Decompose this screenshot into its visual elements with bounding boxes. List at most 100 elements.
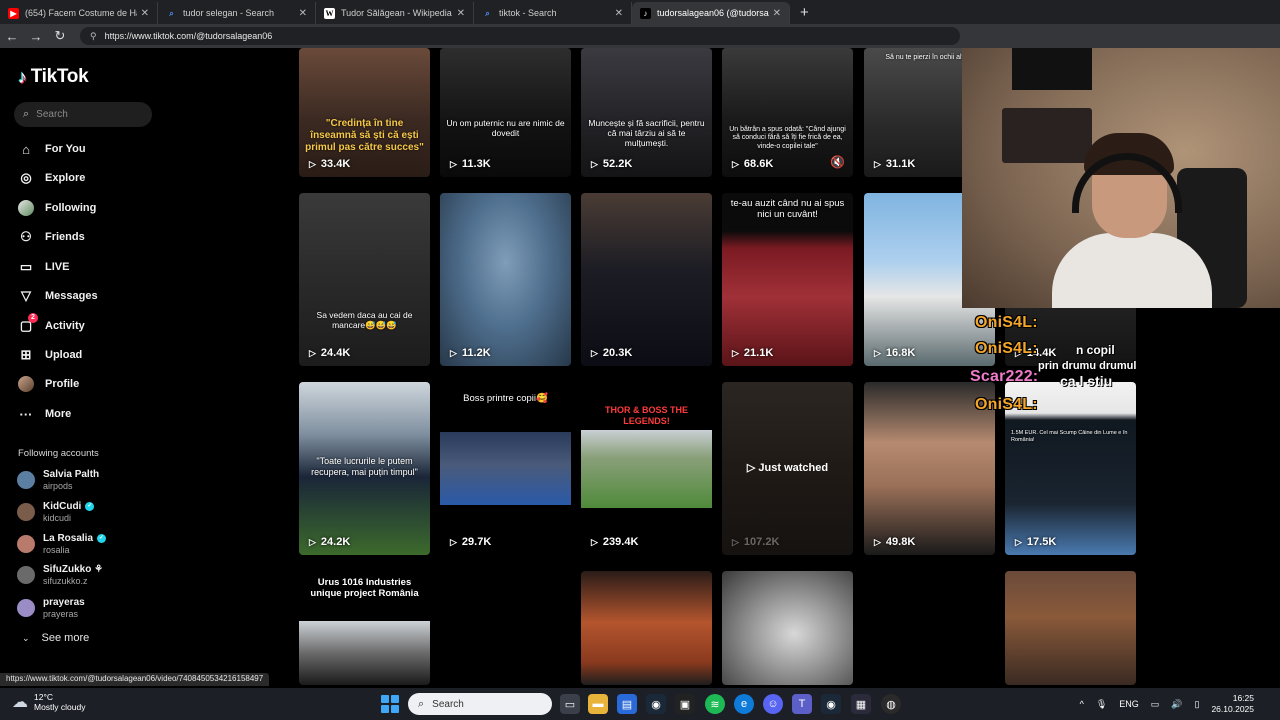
account-handle: prayeras (43, 609, 79, 619)
following-account-item[interactable]: Salvia Palth airpods (17, 469, 99, 491)
nav-more[interactable]: ··· More (18, 406, 72, 422)
file-explorer-icon[interactable]: ▬ (588, 694, 608, 714)
nav-label: Messages (45, 290, 98, 302)
microphone-icon[interactable]: 🎙 (1096, 699, 1107, 710)
close-tab-icon[interactable]: ✕ (457, 8, 465, 19)
view-count: ▷ 239.4K (591, 536, 639, 548)
close-tab-icon[interactable]: ✕ (773, 8, 781, 19)
video-card[interactable]: Un bătrân a spus odată: "Când ajungi să … (722, 48, 853, 177)
following-accounts-title: Following accounts (18, 448, 99, 459)
video-card[interactable] (1005, 571, 1136, 685)
nav-profile[interactable]: Profile (18, 376, 79, 392)
video-card[interactable]: ▷ Just watched ▷ 107.2K (722, 382, 853, 555)
video-card[interactable]: THOR & BOSS THE LEGENDS! ▷ 239.4K (581, 382, 712, 555)
video-card[interactable]: Urus 1016 Industries unique project Româ… (299, 571, 430, 685)
video-thumbnail (581, 430, 712, 508)
video-card[interactable]: ▷ 20.3K (581, 193, 712, 366)
tiktok-icon: ♪ (640, 7, 651, 19)
video-card[interactable]: Boss printre copii🥰 ▷ 29.7K (440, 382, 571, 555)
video-caption: Muncește și fă sacrificii, pentru că mai… (588, 118, 705, 149)
new-tab-button[interactable]: + (790, 4, 819, 21)
site-info-icon[interactable]: ⚲ (90, 31, 97, 42)
steam-icon[interactable]: ◉ (646, 694, 666, 714)
reload-icon[interactable]: ↻ (48, 28, 72, 44)
nav-friends[interactable]: ⚇ Friends (18, 229, 85, 245)
back-arrow-icon[interactable]: ← (0, 29, 24, 44)
view-count: ▷ 107.2K (732, 536, 780, 548)
browser-tab-wikipedia[interactable]: W Tudor Sălăgean - Wikipedia ✕ (316, 2, 474, 24)
video-card[interactable]: Sa vedem daca au cai de mancare😅😅😅 ▷ 24.4… (299, 193, 430, 366)
video-caption: 1.5M EUR. Cel mai Scump Câine din Lume e… (1011, 430, 1128, 443)
chat-message: n copil (1076, 343, 1115, 357)
friends-icon: ⚇ (20, 229, 32, 244)
browser-tab-search-tiktok[interactable]: ⌕ tiktok - Search ✕ (474, 2, 632, 24)
close-tab-icon[interactable]: ✕ (299, 8, 307, 19)
store-icon[interactable]: ▤ (617, 694, 637, 714)
browser-tab-youtube[interactable]: ▶ (654) Facem Costume de Hallowe ✕ (0, 2, 158, 24)
browser-tab-search-tudor[interactable]: ⌕ tudor selegan - Search ✕ (158, 2, 316, 24)
following-account-item[interactable]: La Rosalia ✓ rosalia (17, 533, 107, 555)
tab-label: Tudor Sălăgean - Wikipedia (341, 8, 452, 18)
nav-activity[interactable]: ▢ 2 Activity (18, 313, 85, 334)
spotify-icon[interactable]: ≋ (705, 694, 725, 714)
search-icon: ⌕ (418, 697, 425, 710)
following-account-item[interactable]: KidCudi ✓ kidcudi (17, 501, 95, 523)
taskbar-search-input[interactable]: ⌕ Search (408, 693, 552, 715)
task-view-icon[interactable]: ▭ (560, 694, 580, 714)
battery-icon[interactable]: ▯ (1195, 699, 1200, 710)
volume-icon[interactable]: 🔊 (1171, 699, 1182, 710)
chat-username: OniS4L: (975, 340, 1038, 357)
nav-following[interactable]: Following (18, 200, 96, 216)
play-icon: ▷ (450, 158, 457, 169)
see-more-button[interactable]: ⌄ See more (22, 632, 89, 644)
video-card[interactable] (581, 571, 712, 685)
view-count: ▷ 49.8K (874, 536, 916, 548)
search-input[interactable]: ⌕ Search (14, 102, 152, 127)
time: 16:25 (1232, 692, 1254, 703)
nav-messages[interactable]: ▽ Messages (18, 288, 98, 304)
video-card[interactable]: ▷ 11.2K (440, 193, 571, 366)
chevron-up-icon[interactable]: ^ (1080, 699, 1084, 709)
following-account-item[interactable]: SifuZukko ⚘ sifuzukko.z (17, 564, 103, 586)
start-button[interactable] (381, 695, 399, 713)
clock[interactable]: 16:25 26.10.2025 (1211, 693, 1254, 715)
edge-icon[interactable]: e (734, 694, 754, 714)
video-card[interactable]: Un om puternic nu are nimic de dovedit ▷… (440, 48, 571, 177)
close-tab-icon[interactable]: ✕ (615, 8, 623, 19)
nav-for-you[interactable]: ⌂ For You (18, 141, 85, 157)
search-icon: ⌕ (485, 8, 490, 18)
terminal-icon[interactable]: ▣ (675, 694, 695, 714)
see-more-label: See more (41, 632, 90, 644)
nav-live[interactable]: ▭ LIVE (18, 259, 70, 275)
video-card[interactable]: "Toate lucrurile le putem recupera, mai … (299, 382, 430, 555)
muted-icon[interactable]: 🔇 (830, 155, 845, 169)
forward-arrow-icon[interactable]: → (24, 29, 48, 44)
steam-app-icon[interactable]: ◉ (821, 694, 841, 714)
view-count: ▷ 11.2K (450, 347, 491, 359)
play-icon: ▷ (874, 158, 881, 169)
video-card[interactable]: "Credința în tine înseamnă să ști că eșt… (299, 48, 430, 177)
display-icon[interactable]: ▭ (1151, 699, 1160, 710)
app-icon[interactable]: ▦ (851, 694, 871, 714)
account-handle: sifuzukko.z (43, 576, 88, 586)
weather-widget[interactable]: ☁ 12°C Mostly cloudy (12, 692, 86, 712)
nav-upload[interactable]: ⊞ Upload (18, 347, 83, 363)
teams-icon[interactable]: T (792, 694, 812, 714)
compass-icon: ◎ (20, 170, 32, 185)
nav-label: Friends (45, 231, 85, 243)
video-card[interactable]: Muncește și fă sacrificii, pentru că mai… (581, 48, 712, 177)
play-icon: ▷ (309, 536, 316, 547)
url-field[interactable]: ⚲ https://www.tiktok.com/@tudorsalagean0… (80, 27, 960, 45)
video-card[interactable]: te-au auzit când nu ai spus nici un cuvâ… (722, 193, 853, 366)
nav-explore[interactable]: ◎ Explore (18, 170, 85, 186)
more-icon: ··· (19, 406, 33, 422)
tiktok-logo[interactable]: ♪ TikTok (18, 66, 89, 88)
tab-label: tiktok - Search (499, 8, 557, 18)
following-account-item[interactable]: prayeras prayeras (17, 597, 85, 619)
video-card[interactable] (722, 571, 853, 685)
close-tab-icon[interactable]: ✕ (141, 8, 149, 19)
discord-icon[interactable]: ☺ (763, 694, 783, 714)
obs-icon[interactable]: ◍ (881, 694, 901, 714)
language-indicator[interactable]: ENG (1119, 699, 1139, 709)
browser-tab-tiktok-profile[interactable]: ♪ tudorsalagean06 (@tudorsalage ✕ (632, 2, 790, 24)
